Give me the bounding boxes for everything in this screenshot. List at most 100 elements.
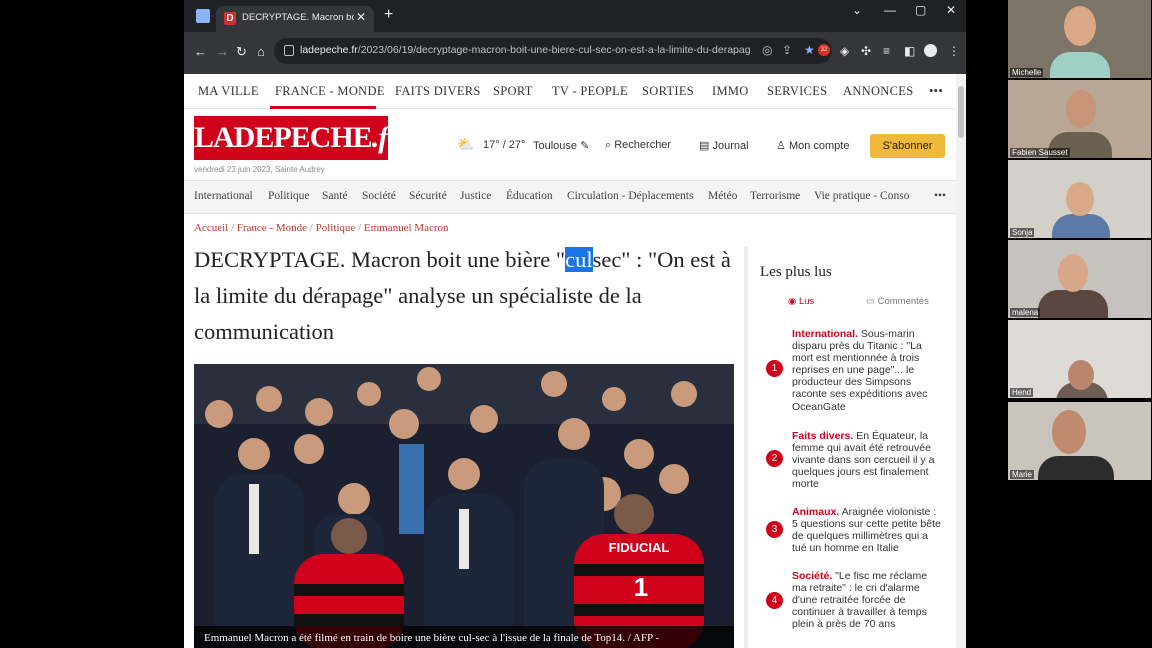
rank-badge: 1 — [766, 360, 783, 377]
back-arrow-icon[interactable]: ← — [194, 44, 207, 59]
google-lens-icon[interactable]: ◎ — [762, 43, 772, 57]
forward-arrow-icon[interactable]: → — [216, 44, 229, 59]
secnav-meteo[interactable]: Météo — [708, 190, 737, 202]
secnav-sante[interactable]: Santé — [322, 190, 348, 202]
participant-name: Fabien Sausset — [1010, 148, 1070, 157]
topnav-tv-people[interactable]: TV - PEOPLE — [552, 84, 628, 99]
topnav-more-icon[interactable]: ••• — [929, 84, 943, 99]
account-link[interactable]: ♙ Mon compte — [776, 139, 849, 152]
participant-head — [1068, 360, 1094, 390]
headline-selected-text: cul — [565, 247, 593, 272]
close-window-button[interactable]: ✕ — [946, 3, 956, 17]
journal-label: Journal — [712, 140, 749, 152]
participant-head — [1058, 254, 1088, 292]
topnav-sorties[interactable]: SORTIES — [642, 84, 694, 99]
secnav-politique[interactable]: Politique — [268, 190, 310, 202]
lock-icon — [284, 45, 294, 56]
secnav-terrorisme[interactable]: Terrorisme — [750, 190, 800, 202]
new-tab-button[interactable]: + — [384, 6, 393, 24]
secnav-securite[interactable]: Sécurité — [409, 190, 447, 202]
breadcrumb-accueil[interactable]: Accueil — [194, 222, 228, 234]
participant-tile[interactable]: Hend — [1008, 320, 1151, 398]
maximize-button[interactable]: ▢ — [915, 3, 926, 17]
secnav-international[interactable]: International — [194, 190, 253, 202]
most-read-item[interactable]: Société. "Le fisc me réclame ma retraite… — [792, 570, 942, 630]
newspaper-icon: ▤ — [699, 140, 710, 152]
logo-suffix: .fr — [371, 121, 399, 154]
breadcrumb-emmanuel-macron[interactable]: Emmanuel Macron — [364, 222, 449, 234]
page-scrollbar[interactable] — [956, 74, 966, 648]
most-read-item[interactable]: International. Sous-marin disparu près d… — [792, 328, 942, 413]
jersey-number-text: 1 — [634, 572, 648, 602]
most-read-sidebar: Les plus lus ◉ Lus ▭ Commentés 1 Interna… — [758, 246, 948, 648]
secnav-more-icon[interactable]: ••• — [934, 190, 946, 202]
tab-search-chevron-icon[interactable]: ⌄ — [852, 3, 862, 17]
tab-title: DECRYPTAGE. Macron boit une bi — [242, 12, 354, 23]
breadcrumb-politique[interactable]: Politique — [316, 222, 356, 234]
share-icon[interactable]: ⇪ — [782, 43, 792, 57]
most-read-item[interactable]: Faits divers. En Équateur, la femme qui … — [792, 430, 942, 490]
subscribe-button[interactable]: S'abonner — [870, 134, 945, 158]
secnav-vie-pratique[interactable]: Vie pratique - Conso — [814, 190, 909, 202]
active-tab-underline — [270, 106, 376, 109]
scrollbar-thumb[interactable] — [958, 86, 964, 138]
participant-body — [1050, 52, 1110, 78]
browser-menu-icon[interactable]: ⋮ — [948, 44, 960, 58]
tab-most-commented[interactable]: ▭ Commentés — [866, 296, 929, 307]
photo-crowd-illustration: FIDUCIAL 1 — [194, 364, 734, 648]
web-page: MA VILLE FRANCE - MONDE FAITS DIVERS SPO… — [184, 74, 956, 648]
weather-sun-cloud-icon: ⛅ — [457, 136, 475, 152]
participant-tile[interactable]: Michelle — [1008, 0, 1151, 78]
topnav-faits-divers[interactable]: FAITS DIVERS — [395, 84, 481, 99]
rank-badge: 3 — [766, 521, 783, 538]
article-photo[interactable]: FIDUCIAL 1 Emmanuel Macron a été filmé e… — [194, 364, 734, 648]
journal-link[interactable]: ▤ Journal — [699, 139, 749, 152]
site-logo[interactable]: LADEPECHE.fr — [194, 116, 399, 160]
minimize-button[interactable]: — — [884, 3, 896, 17]
participant-tile[interactable]: Fabien Sausset — [1008, 80, 1151, 158]
most-read-item[interactable]: Animaux. Araignée violoniste : 5 questio… — [792, 506, 942, 554]
participant-name: Hend — [1010, 388, 1034, 397]
city-name: Toulouse — [533, 140, 578, 152]
topnav-immo[interactable]: IMMO — [712, 84, 749, 99]
jersey-sponsor-text: FIDUCIAL — [609, 540, 670, 555]
side-panel-icon[interactable]: ◧ — [904, 44, 915, 58]
secnav-societe[interactable]: Société — [362, 190, 396, 202]
search-label: Rechercher — [614, 139, 672, 151]
search-link[interactable]: ⌕ Rechercher — [605, 139, 671, 152]
secnav-education[interactable]: Éducation — [506, 190, 553, 202]
breadcrumb: Accueil / France - Monde / Politique / E… — [194, 222, 449, 234]
tab-active[interactable]: D DECRYPTAGE. Macron boit une bi ✕ — [216, 6, 374, 32]
secnav-justice[interactable]: Justice — [460, 190, 491, 202]
participant-tile[interactable]: malena — [1008, 240, 1151, 318]
address-bar: ← → ↻ ⌂ ladepeche.fr/2023/06/19/decrypta… — [184, 32, 966, 74]
participant-tile[interactable]: Sonja — [1008, 160, 1151, 238]
url-path: /2023/06/19/decryptage-macron-boit-une-b… — [357, 44, 750, 56]
tab-most-read[interactable]: ◉ Lus — [788, 296, 814, 307]
home-icon[interactable]: ⌂ — [257, 44, 265, 59]
topnav-ma-ville[interactable]: MA VILLE — [198, 84, 259, 99]
extensions-puzzle-icon[interactable]: ✣ — [861, 44, 871, 58]
tab-close-icon[interactable]: ✕ — [356, 10, 366, 24]
bookmark-star-icon[interactable]: ★ — [804, 43, 815, 57]
breadcrumb-france-monde[interactable]: France - Monde — [237, 222, 307, 234]
item-title: Sous-marin disparu près du Titanic : "La… — [792, 328, 928, 413]
url-field[interactable]: ladepeche.fr/2023/06/19/decryptage-macro… — [274, 38, 832, 64]
topnav-annonces[interactable]: ANNONCES — [843, 84, 913, 99]
participant-head — [1064, 6, 1096, 46]
participant-head — [1066, 90, 1096, 128]
secnav-circulation[interactable]: Circulation - Déplacements — [567, 190, 693, 202]
city-selector[interactable]: Toulouse ✎ — [533, 139, 589, 152]
participant-body — [1038, 290, 1108, 318]
topnav-sport[interactable]: SPORT — [493, 84, 533, 99]
reading-list-icon[interactable]: ≡ — [883, 44, 890, 58]
participant-tile[interactable]: Marie — [1008, 402, 1151, 480]
tab-search-icon[interactable] — [196, 9, 210, 23]
topnav-services[interactable]: SERVICES — [767, 84, 827, 99]
reload-icon[interactable]: ↻ — [236, 44, 247, 60]
extension-adblock-icon[interactable]: 32 — [818, 44, 830, 56]
extension-shield-icon[interactable]: ◈ — [840, 44, 849, 58]
profile-avatar[interactable] — [924, 44, 937, 57]
section-navigation: International Politique Santé Société Sé… — [184, 180, 956, 214]
topnav-france-monde[interactable]: FRANCE - MONDE — [275, 84, 385, 99]
